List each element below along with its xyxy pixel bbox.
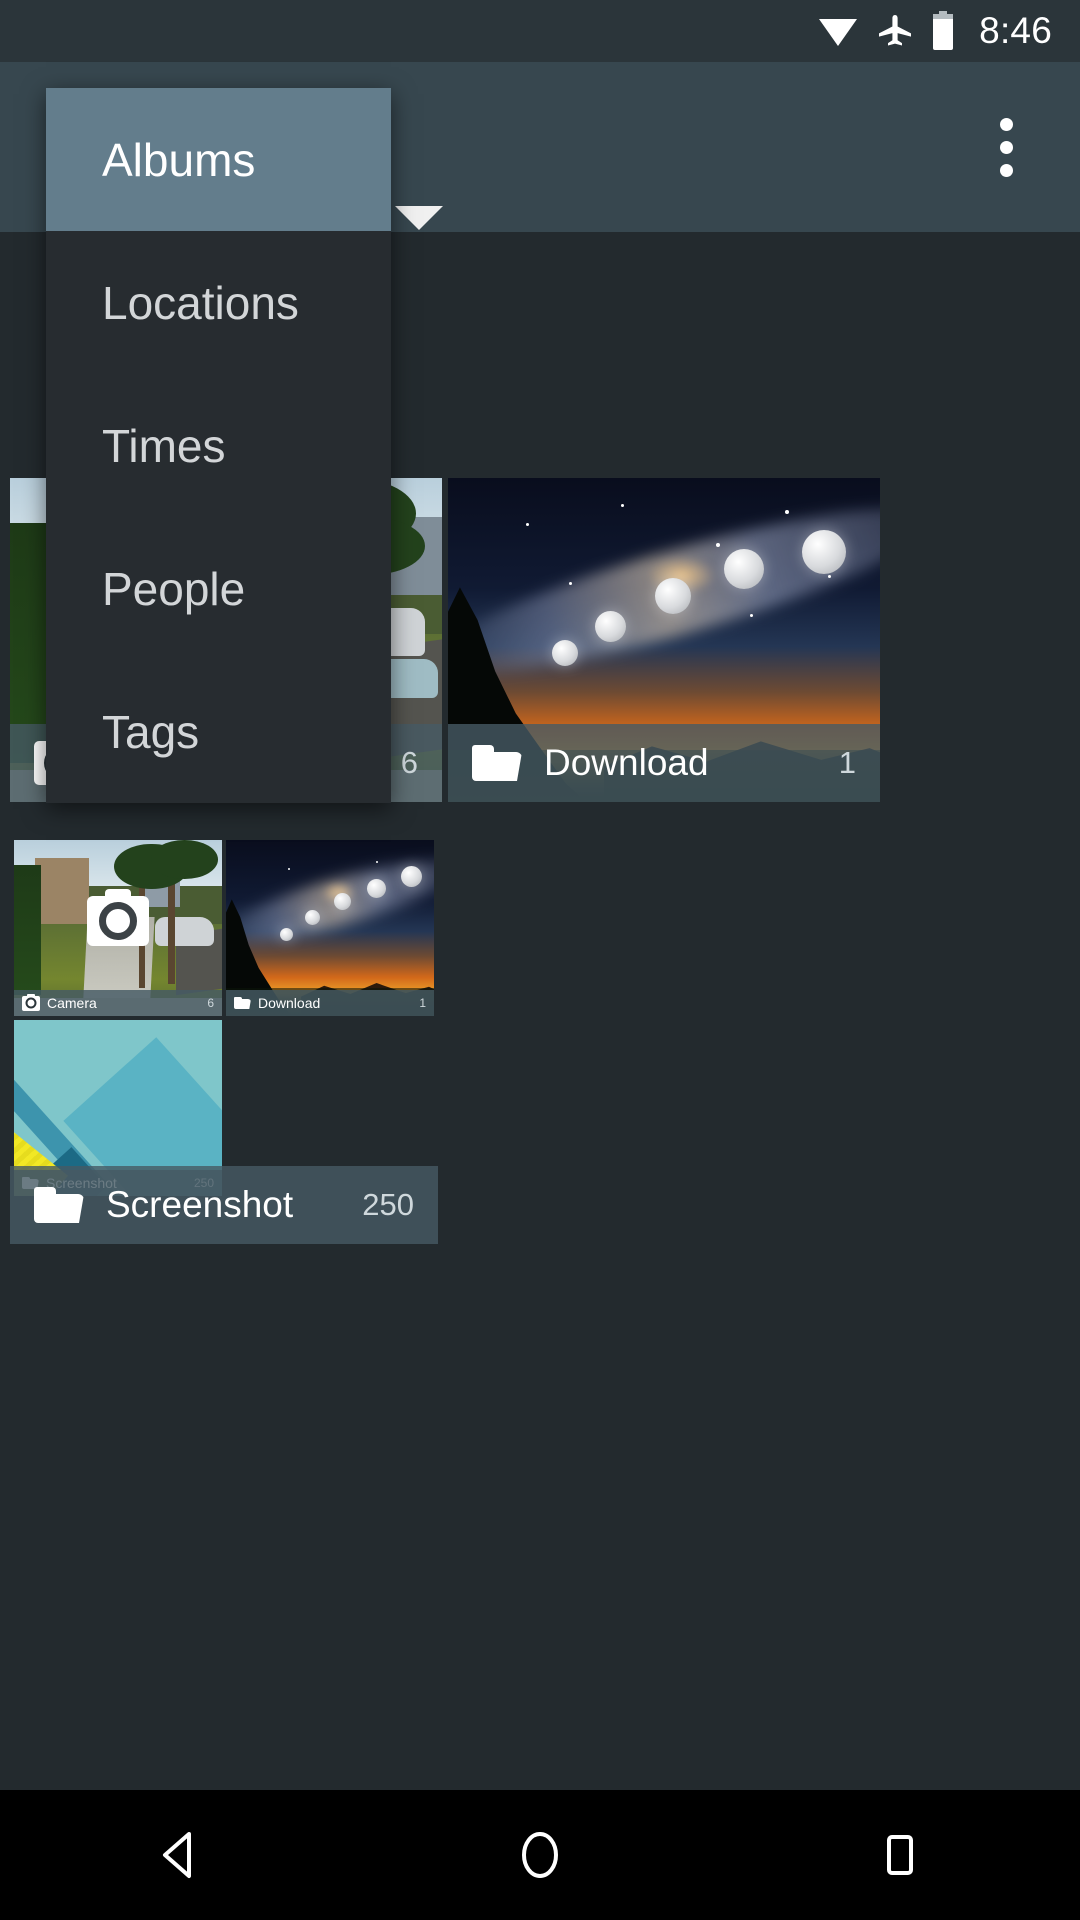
recents-button[interactable]	[810, 1790, 990, 1920]
android-navigation-bar	[0, 1790, 1080, 1920]
overflow-dot	[999, 117, 1013, 131]
nested-album-label: Camera 6	[14, 990, 222, 1016]
album-card-screenshot[interactable]: Camera 6 Download 1 Screenshot 250	[10, 818, 438, 1244]
nested-album-name: Camera	[47, 995, 97, 1011]
back-button[interactable]	[90, 1790, 270, 1920]
recents-icon	[887, 1835, 913, 1875]
dropdown-item-people[interactable]: People	[46, 517, 391, 660]
nested-album-card-download: Download 1	[226, 840, 434, 1016]
airplane-mode-icon	[877, 13, 913, 49]
album-name: Screenshot	[106, 1184, 294, 1225]
back-icon	[163, 1832, 191, 1878]
home-button[interactable]	[450, 1790, 630, 1920]
dropdown-item-albums[interactable]: Albums	[46, 88, 391, 231]
android-gallery-screen: 8:46 6 Download 1 Camera 6 Download 1 Sc…	[0, 0, 1080, 1920]
dropdown-item-label: Tags	[102, 705, 200, 758]
nested-album-count: 1	[419, 996, 426, 1010]
album-name: Download	[544, 742, 709, 783]
overflow-dot	[999, 140, 1013, 154]
nested-shutter-icon	[87, 888, 149, 946]
dropdown-item-times[interactable]: Times	[46, 374, 391, 517]
wifi-icon	[817, 15, 859, 47]
dropdown-item-label: Times	[102, 419, 226, 472]
dropdown-item-label: People	[102, 562, 246, 615]
album-label: Download 1	[448, 724, 880, 802]
status-bar-time: 8:46	[979, 10, 1052, 51]
nested-album-name: Download	[258, 995, 321, 1011]
camera-icon	[22, 993, 40, 1011]
album-count: 6	[400, 745, 418, 780]
battery-icon	[931, 11, 955, 51]
overflow-dot	[999, 163, 1013, 177]
folder-icon	[234, 997, 251, 1009]
folder-icon	[472, 745, 522, 781]
nested-album-label: Download 1	[226, 990, 434, 1016]
album-count: 1	[838, 745, 856, 780]
folder-icon	[34, 1187, 84, 1223]
nested-album-count: 6	[207, 996, 214, 1010]
album-label: Screenshot 250	[10, 1166, 438, 1244]
spinner-dropdown-menu[interactable]: Albums Locations Times People Tags	[46, 88, 391, 803]
dropdown-item-tags[interactable]: Tags	[46, 660, 391, 803]
album-count: 250	[362, 1187, 414, 1222]
nested-album-card-camera: Camera 6	[14, 840, 222, 1016]
dropdown-item-label: Albums	[102, 133, 256, 186]
album-card-download[interactable]: Download 1	[448, 478, 880, 802]
home-icon	[522, 1832, 558, 1878]
overflow-menu-button[interactable]	[968, 62, 1044, 232]
chevron-down-icon[interactable]	[395, 206, 443, 230]
dropdown-item-label: Locations	[102, 276, 299, 329]
dropdown-item-locations[interactable]: Locations	[46, 231, 391, 374]
status-bar: 8:46	[0, 0, 1080, 62]
